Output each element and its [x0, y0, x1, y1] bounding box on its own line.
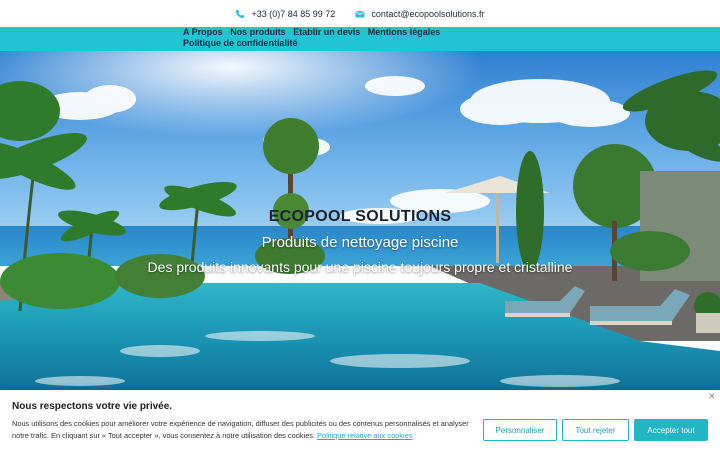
cookie-banner: ✕ Nous respectons votre vie privée. Nous…	[0, 390, 720, 450]
hero-description: Des produits innovants pour une piscine …	[147, 259, 573, 275]
nav-item-nos-produits[interactable]: Nos produits	[230, 27, 286, 37]
reject-all-button[interactable]: Tout rejeter	[562, 419, 629, 441]
envelope-icon	[355, 10, 365, 17]
close-icon[interactable]: ✕	[708, 391, 716, 402]
nav-bar: A Propos Nos produits Etablir un devis M…	[0, 27, 720, 51]
customize-button[interactable]: Personnaliser	[483, 419, 557, 441]
phone-icon	[236, 9, 245, 18]
cookie-title: Nous respectons votre vie privée.	[12, 401, 173, 412]
phone-contact[interactable]: +33 (0)7 84 85 99 72	[235, 9, 335, 19]
cookie-text: Nous utilisons des cookies pour améliore…	[12, 418, 480, 442]
nav-item-etablir-devis[interactable]: Etablir un devis	[293, 27, 360, 37]
contact-bar: +33 (0)7 84 85 99 72 contact@ecopoolsolu…	[0, 0, 720, 27]
cookie-policy-link[interactable]: Politique relative aux cookies	[317, 431, 412, 440]
hero-subtitle: Produits de nettoyage piscine	[261, 234, 459, 251]
accept-all-button[interactable]: Accepter tout	[634, 419, 708, 441]
phone-number[interactable]: +33 (0)7 84 85 99 72	[251, 9, 335, 19]
nav-item-mentions-legales[interactable]: Mentions légales	[368, 27, 441, 37]
email-address[interactable]: contact@ecopoolsolutions.fr	[371, 9, 484, 19]
nav-item-politique-confidentialite[interactable]: Politique de confidentialité	[183, 38, 298, 48]
nav-item-a-propos[interactable]: A Propos	[183, 27, 223, 37]
hero-title: ECOPOOL SOLUTIONS	[268, 208, 452, 225]
nav-links: A Propos Nos produits Etablir un devis M…	[183, 27, 483, 48]
email-contact[interactable]: contact@ecopoolsolutions.fr	[355, 9, 485, 19]
hero-section: ECOPOOL SOLUTIONS Produits de nettoyage …	[0, 51, 720, 396]
